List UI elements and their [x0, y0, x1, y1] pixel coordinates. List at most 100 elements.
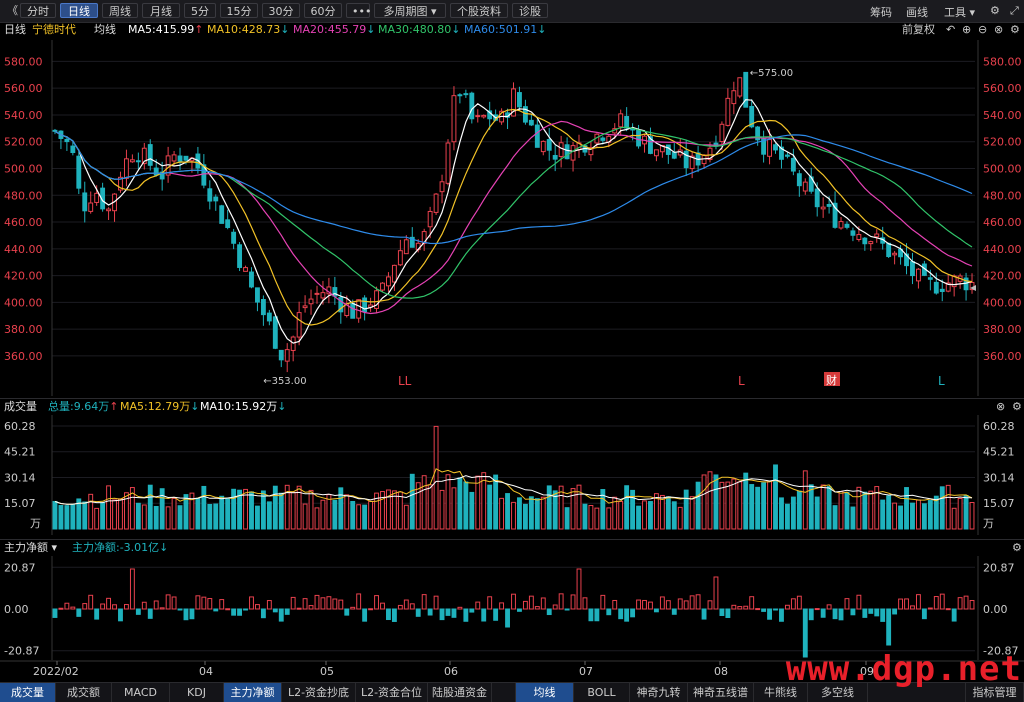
- volume-bar: [910, 502, 915, 530]
- tools-button[interactable]: 工具 ▾: [944, 4, 975, 20]
- bottom-tab-5[interactable]: L2-资金抄底: [282, 683, 356, 702]
- y-tick-left: 540.00: [4, 109, 43, 122]
- flow-bar: [249, 596, 254, 610]
- volume-bar: [737, 481, 743, 530]
- volume-bar: [784, 503, 790, 530]
- candle-body: [820, 206, 826, 210]
- settings-icon[interactable]: ⚙: [1012, 540, 1022, 556]
- flow-header: 主力净额 ▾ 主力净额:-3.01亿↓ ⚙: [0, 539, 1024, 556]
- flow-title-select[interactable]: 主力净额 ▾: [4, 540, 57, 556]
- candle-body: [171, 154, 177, 162]
- bottom-tab-12[interactable]: 神奇五线谱: [688, 683, 754, 702]
- flow-bar: [457, 606, 463, 610]
- y-tick-left: -20.87: [4, 645, 39, 658]
- bottom-tab-7[interactable]: 陆股通资金: [428, 683, 492, 702]
- expand-icon[interactable]: ⤢: [1010, 4, 1019, 18]
- volume-bar: [451, 487, 457, 530]
- candle-body: [397, 250, 403, 266]
- close-icon[interactable]: ⊗: [996, 399, 1005, 415]
- flow-bar: [665, 600, 671, 610]
- flow-bar: [213, 608, 219, 612]
- volume-bar: [665, 496, 671, 530]
- volume-bar: [409, 473, 415, 530]
- volume-bar: [588, 505, 594, 530]
- zoom-out-icon[interactable]: ⊖: [978, 22, 987, 38]
- flow-bar: [630, 608, 636, 618]
- settings-icon[interactable]: ⚙: [990, 4, 1000, 17]
- candle-body: [784, 154, 790, 157]
- tab-4[interactable]: 5分: [184, 3, 216, 18]
- flow-bar: [141, 601, 147, 610]
- bottom-tab-10[interactable]: BOLL: [574, 683, 630, 702]
- flow-bar: [701, 608, 707, 620]
- close-icon[interactable]: ⊗: [994, 22, 1003, 38]
- settings-icon[interactable]: ⚙: [1012, 399, 1022, 415]
- draw-button[interactable]: 画线: [906, 4, 928, 20]
- candle-body: [284, 349, 290, 362]
- bottom-tab-1[interactable]: 成交额: [56, 683, 112, 702]
- volume-bar: [94, 507, 100, 530]
- flow-bar: [642, 599, 647, 610]
- chips-button[interactable]: 筹码: [870, 4, 892, 20]
- volume-title: 成交量: [4, 400, 37, 413]
- candle-body: [237, 244, 243, 268]
- bottom-tab-3[interactable]: KDJ: [170, 683, 224, 702]
- tab-5[interactable]: 15分: [220, 3, 258, 18]
- volume-bar: [266, 501, 272, 530]
- tab-2[interactable]: 周线: [102, 3, 138, 18]
- undo-icon[interactable]: ↶: [946, 22, 955, 38]
- bottom-tab-0[interactable]: 成交量: [0, 683, 56, 702]
- volume-bar: [100, 502, 106, 530]
- volume-total: 总量:9.64万↑: [48, 400, 119, 413]
- candle-body: [850, 230, 856, 236]
- bottom-tab-4[interactable]: 主力净额: [224, 683, 282, 702]
- tab-1[interactable]: 日线: [60, 3, 98, 18]
- candle-body: [802, 181, 808, 192]
- volume-bar: [213, 503, 219, 530]
- period-label: 日线: [4, 23, 26, 36]
- y-tick-left: 45.21: [4, 446, 36, 459]
- volume-bar: [868, 490, 874, 530]
- volume-bar: [642, 500, 647, 530]
- flow-bar: [362, 608, 368, 622]
- tab-10[interactable]: 个股资料: [450, 3, 508, 18]
- bottom-tab-9[interactable]: 均线: [516, 683, 574, 702]
- tab-0[interactable]: 分时: [20, 3, 56, 18]
- period-toolbar: 《 分时 日线 周线 月线 5分 15分 30分 60分 ••• 多周期图 ▾ 个股资料 诊股 筹码 …: [0, 0, 1024, 23]
- settings-icon[interactable]: ⚙: [1010, 22, 1020, 38]
- tab-6[interactable]: 30分: [262, 3, 300, 18]
- volume-bar: [195, 497, 201, 530]
- volume-bar: [749, 484, 755, 530]
- flow-bar: [880, 608, 886, 622]
- volume-bar: [564, 507, 570, 530]
- tab-8[interactable]: •••: [346, 3, 371, 18]
- bottom-tab-2[interactable]: MACD: [112, 683, 170, 702]
- flow-bar: [695, 594, 701, 610]
- y-tick-right: 380.00: [983, 323, 1022, 336]
- candle-body: [927, 277, 933, 280]
- volume-bar: [892, 502, 898, 530]
- tab-3[interactable]: 月线: [142, 3, 180, 18]
- volume-bar: [719, 481, 725, 530]
- candle-body: [534, 124, 540, 148]
- tab-11[interactable]: 诊股: [512, 3, 548, 18]
- flow-bar: [397, 604, 403, 610]
- candle-body: [517, 92, 522, 108]
- bottom-tab-11[interactable]: 神奇九转: [630, 683, 688, 702]
- volume-bar: [58, 505, 64, 530]
- volume-bar: [505, 493, 510, 530]
- flow-bar: [522, 600, 528, 610]
- bottom-tab-6[interactable]: L2-资金合位: [356, 683, 428, 702]
- flow-bar: [296, 607, 302, 610]
- adjust-select[interactable]: 前复权: [902, 22, 935, 38]
- flow-bar: [862, 608, 868, 618]
- candle-body: [838, 221, 844, 229]
- tab-7[interactable]: 60分: [304, 3, 342, 18]
- ma20-value: MA20:455.79↓: [293, 23, 376, 36]
- candle-body: [618, 113, 624, 128]
- tab-9[interactable]: 多周期图 ▾: [374, 3, 446, 18]
- volume-bar: [636, 505, 641, 530]
- flow-bar: [421, 594, 427, 610]
- candlestick-chart[interactable]: 580.00 580.00 560.00 560.00 540.00 540.00 520.…: [0, 40, 1024, 396]
- zoom-in-icon[interactable]: ⊕: [962, 22, 971, 38]
